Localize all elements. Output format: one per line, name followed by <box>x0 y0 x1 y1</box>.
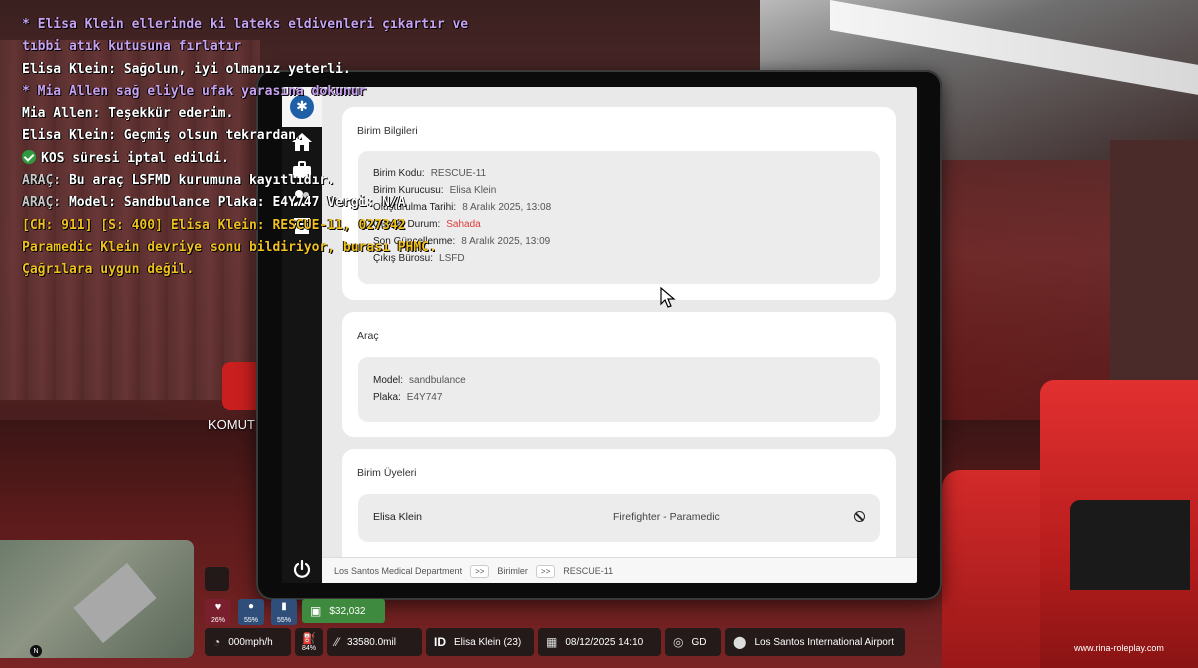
player-id: ID Elisa Klein (23) <box>426 628 534 656</box>
power-icon[interactable] <box>292 559 312 579</box>
hunger-stat: ● 55% <box>238 599 264 625</box>
background-truck-window <box>1070 500 1190 590</box>
chat-line: Mia Allen: Teşekkür ederim. <box>22 106 234 122</box>
speedometer-icon: ◔ <box>213 635 221 649</box>
road-icon: ⁄⁄ <box>335 635 340 649</box>
chat-line: * Elisa Klein ellerinde ki lateks eldive… <box>22 17 476 55</box>
vehicle-title: Araç <box>357 330 379 342</box>
background-fire-truck-left <box>942 470 1052 668</box>
wallet-icon: ▣ <box>310 604 322 618</box>
minimap-road <box>73 562 157 644</box>
chat-line-kos: KOS süresi iptal edildi. <box>22 148 482 170</box>
background-car <box>222 362 258 410</box>
chat-log: * Elisa Klein ellerinde ki lateks eldive… <box>22 14 482 282</box>
check-icon <box>22 149 36 164</box>
breadcrumb: Los Santos Medical Department >> Birimle… <box>322 557 917 583</box>
breadcrumb-separator: >> <box>535 564 556 578</box>
compass: ◎ GD <box>665 628 721 656</box>
food-icon: ● <box>247 601 255 612</box>
member-name: Elisa Klein <box>373 511 423 523</box>
north-indicator: N <box>30 645 42 657</box>
location-pin-icon: ⬤ <box>733 635 747 649</box>
vehicle-model: Model: sandbulance <box>373 375 466 386</box>
heart-icon: ♥ <box>214 601 222 613</box>
breadcrumb-current: RESCUE-11 <box>563 566 614 576</box>
unit-members-card: Birim Üyeleri Elisa Klein Firefighter - … <box>342 449 896 557</box>
member-role: Firefighter - Paramedic <box>613 511 720 523</box>
chat-line: * Mia Allen sağ eliyle ufak yarasına dok… <box>22 83 367 99</box>
compass-icon: ◎ <box>673 635 684 649</box>
calendar-icon: ▦ <box>546 635 558 649</box>
vehicle-card: Araç Model: sandbulance Plaka: E4Y747 <box>342 312 896 437</box>
breadcrumb-units[interactable]: Birimler <box>497 566 528 576</box>
member-row[interactable]: Elisa Klein Firefighter - Paramedic <box>358 494 880 542</box>
mouse-cursor-icon <box>660 287 676 308</box>
datetime: ▦ 08/12/2025 14:10 <box>538 628 661 656</box>
fuel-icon: ⛽ <box>302 633 316 645</box>
breadcrumb-separator: >> <box>470 564 490 578</box>
remove-member-icon[interactable] <box>854 511 865 522</box>
vehicle-details: Model: sandbulance Plaka: E4Y747 <box>358 357 880 422</box>
speedometer: ◔ 000mph/h <box>205 628 291 656</box>
fuel-gauge: ⛽ 84% <box>295 628 323 656</box>
watermark: www.rina-roleplay.com <box>1074 643 1164 653</box>
chat-line: Elisa Klein: Geçmiş olsun tekrardan. <box>22 128 304 144</box>
chat-line-vehicle-owner: ARAÇ: Bu araç LSFMD kurumuna kayıtlıdır. <box>22 173 336 189</box>
health-stat: ♥ 26% <box>205 599 231 625</box>
id-label: ID <box>434 635 446 649</box>
vehicle-plate: Plaka: E4Y747 <box>373 392 443 403</box>
location: ⬤ Los Santos International Airport <box>725 628 905 656</box>
water-icon: ▮ <box>281 601 287 612</box>
voice-indicator <box>205 567 229 591</box>
cash-display: ▣ $32,032 <box>302 599 385 623</box>
background-label: KOMUT <box>208 417 255 432</box>
breadcrumb-department[interactable]: Los Santos Medical Department <box>334 566 462 576</box>
odometer: ⁄⁄ 33580.0mil <box>327 628 422 656</box>
chat-line-radio: [CH: 911] [S: 400] Elisa Klein: RESCUE-1… <box>22 217 445 278</box>
minimap <box>0 540 194 658</box>
unit-members-title: Birim Üyeleri <box>357 467 417 479</box>
chat-line-vehicle-model: ARAÇ: Model: Sandbulance Plaka: E4Y747 V… <box>22 195 406 211</box>
thirst-stat: ▮ 55% <box>271 599 297 625</box>
chat-line: Elisa Klein: Sağolun, iyi olmanız yeterl… <box>22 61 351 77</box>
